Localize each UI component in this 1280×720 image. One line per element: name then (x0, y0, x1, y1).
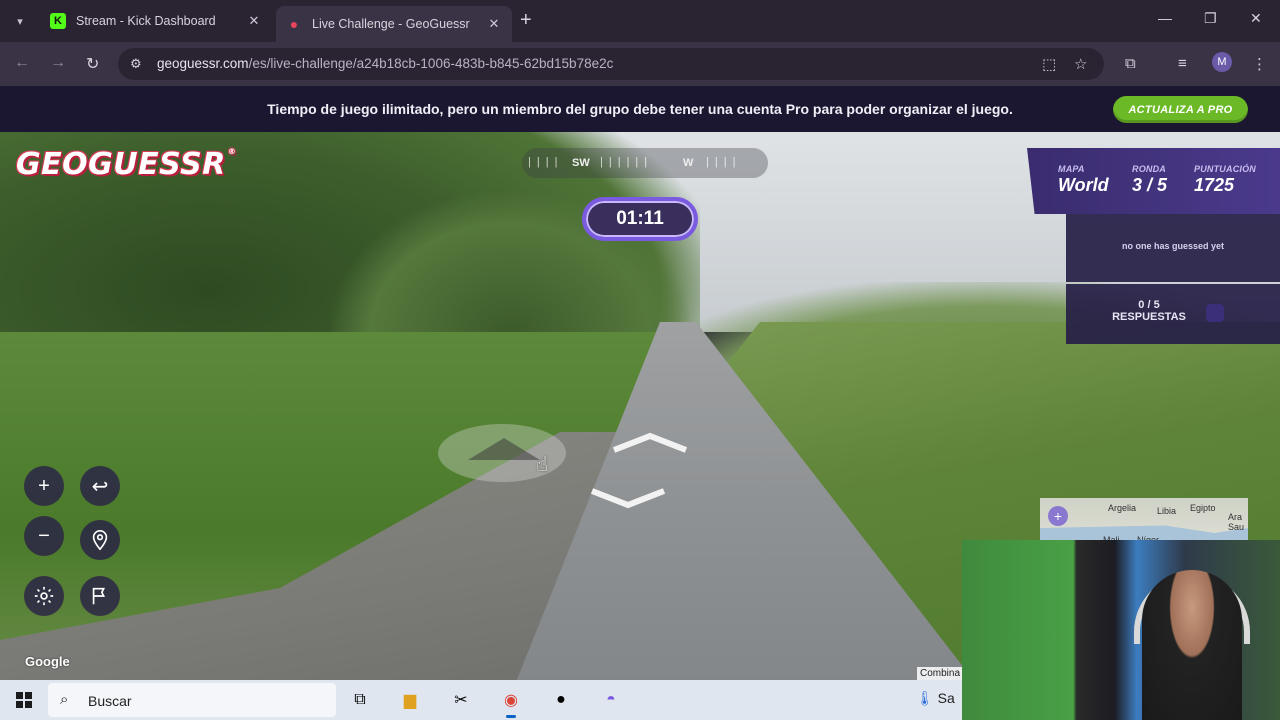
geoguessr-pin-icon: ● (289, 16, 299, 32)
discord-icon[interactable]: ◓ (599, 688, 623, 712)
kick-icon: K (50, 13, 66, 29)
weather-text: Sa (937, 690, 955, 706)
mouse-cursor-icon: ☝ (536, 454, 549, 476)
round-timer: 01:11 (582, 197, 698, 241)
hud-round-label: RONDA (1132, 164, 1166, 174)
reload-icon[interactable]: ↻ (86, 54, 99, 74)
zoom-out-button[interactable]: − (24, 516, 64, 556)
extensions-icon[interactable]: ⧉ (1125, 55, 1136, 72)
tab-title: Live Challenge - GeoGuessr (312, 17, 470, 31)
undo-move-button[interactable]: ↩ (80, 466, 120, 506)
answers-count: 0 / 5 (1138, 299, 1160, 311)
location-pin-icon (92, 530, 108, 551)
address-bar[interactable]: ⚙ geoguessr.com/es/live-challenge/a24b18… (118, 48, 1104, 80)
hud-score-label: PUNTUACIÓN (1194, 164, 1256, 174)
move-back-arrow[interactable] (588, 487, 668, 509)
tab-title: Stream - Kick Dashboard (76, 14, 216, 28)
guess-status-panel: no one has guessed yet (1066, 214, 1280, 282)
back-icon[interactable]: ← (14, 54, 30, 72)
weather-widget[interactable]: 🌡 Sa (916, 690, 955, 707)
compass: |||| SW |||||| W |||| (522, 148, 768, 178)
registered-mark: ® (227, 147, 237, 156)
upgrade-pro-button[interactable]: ACTUALIZA A PRO (1113, 96, 1248, 123)
restore-icon[interactable]: ❐ (1204, 10, 1217, 27)
gear-icon (34, 586, 54, 606)
search-icon: ⌕ (60, 691, 69, 708)
menu-kebab-icon[interactable]: ⋮ (1252, 55, 1267, 73)
close-window-icon[interactable]: ✕ (1250, 10, 1262, 27)
flag-icon (92, 587, 106, 605)
profile-avatar[interactable]: M (1212, 52, 1232, 72)
compass-ticks: |||||| (600, 156, 654, 168)
minimize-icon[interactable]: — (1158, 10, 1172, 26)
map-label: Egipto (1190, 503, 1216, 513)
move-forward-arrow[interactable] (610, 432, 690, 454)
hud-score-value: 1725 (1194, 175, 1235, 195)
hud-score: PUNTUACIÓN 1725 (1194, 164, 1256, 196)
compass-direction-sw: SW (572, 157, 590, 169)
browser-toolbar: ← → ↻ ⚙ geoguessr.com/es/live-challenge/… (0, 42, 1280, 86)
tab-strip: ▾ K Stream - Kick Dashboard ✕ ● Live Cha… (0, 0, 1280, 42)
hud-map-value: World (1058, 175, 1109, 195)
taskbar-search-box[interactable]: ⌕ Buscar (48, 683, 336, 717)
player-avatar-chip (1206, 304, 1224, 322)
new-tab-icon[interactable]: + (520, 10, 532, 30)
close-tab-icon[interactable]: ✕ (246, 13, 262, 29)
thermometer-icon: 🌡 (916, 690, 934, 706)
answers-counter: 0 / 5 RESPUESTAS (1100, 299, 1198, 323)
map-zoom-in-icon[interactable]: + (1048, 506, 1068, 526)
combina-label: Combina (917, 667, 964, 680)
hud-map-label: MAPA (1058, 164, 1085, 174)
url-path: /es/live-challenge/a24b18cb-1006-483b-b8… (248, 56, 614, 71)
hud-map: MAPA World (1058, 164, 1109, 196)
compass-ticks: |||| (528, 156, 564, 168)
capcut-icon[interactable]: ✂ (449, 688, 473, 712)
install-app-icon[interactable]: ⬚ (1042, 55, 1056, 73)
zoom-in-button[interactable]: + (24, 466, 64, 506)
answers-panel: 0 / 5 RESPUESTAS (1066, 284, 1280, 344)
bookmark-star-icon[interactable]: ☆ (1074, 55, 1087, 73)
tab-geoguessr[interactable]: ● Live Challenge - GeoGuessr ✕ (276, 6, 512, 42)
obs-icon[interactable]: ● (549, 688, 573, 712)
windows-start-icon[interactable] (16, 692, 32, 708)
geoguessr-logo: GEOGUESSR ® (16, 147, 236, 182)
pointer-chevron (468, 438, 540, 460)
url-host: geoguessr.com (157, 56, 249, 71)
map-label: Libia (1157, 506, 1177, 516)
forward-icon[interactable]: → (50, 54, 66, 72)
guess-status-text: no one has guessed yet (1121, 241, 1225, 251)
url-text: geoguessr.com/es/live-challenge/a24b18cb… (157, 56, 613, 71)
site-info-icon[interactable]: ⚙ (130, 56, 142, 72)
tab-kick-dashboard[interactable]: K Stream - Kick Dashboard ✕ (40, 6, 272, 36)
map-label: Argelia (1108, 503, 1137, 513)
map-label: Ara Sau (1228, 512, 1245, 532)
task-view-icon[interactable]: ⧉ (348, 688, 372, 712)
compass-direction-w: W (683, 157, 694, 169)
google-watermark: Google (25, 654, 70, 669)
close-tab-icon[interactable]: ✕ (486, 16, 502, 32)
settings-button[interactable] (24, 576, 64, 616)
flag-button[interactable] (80, 576, 120, 616)
hud-round: RONDA 3 / 5 (1132, 164, 1167, 196)
streamer (1142, 570, 1242, 720)
tab-search-icon[interactable]: ▾ (8, 9, 32, 33)
media-control-icon[interactable]: ≡ (1178, 55, 1187, 72)
hud-round-value: 3 / 5 (1132, 175, 1168, 195)
pro-banner: Tiempo de juego ilimitado, pero un miemb… (0, 86, 1280, 132)
streamer-webcam (962, 540, 1280, 720)
search-placeholder: Buscar (88, 693, 132, 709)
banner-text: Tiempo de juego ilimitado, pero un miemb… (267, 101, 1013, 117)
file-explorer-icon[interactable]: ▆ (398, 688, 422, 712)
compass-ticks: |||| (706, 156, 742, 168)
return-to-start-button[interactable] (80, 520, 120, 560)
game-status-hud: MAPA World RONDA 3 / 5 PUNTUACIÓN 1725 (1027, 148, 1280, 214)
logo-text: GEOGUESSR (16, 147, 226, 182)
chrome-icon[interactable]: ◉ (499, 688, 523, 718)
answers-label: RESPUESTAS (1112, 311, 1186, 323)
